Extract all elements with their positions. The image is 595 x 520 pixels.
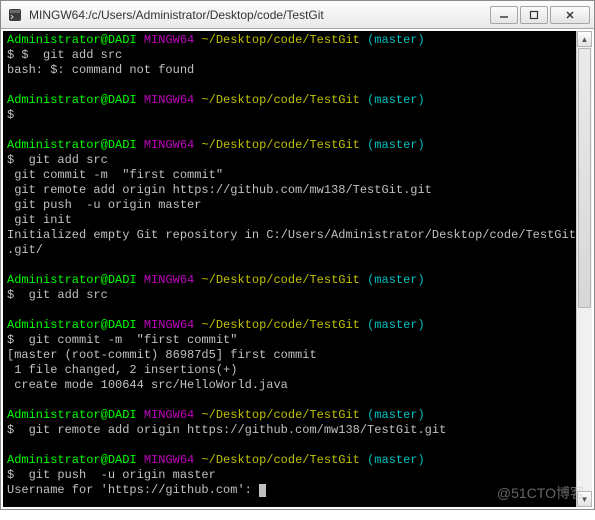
terminal-output[interactable]: Administrator@DADI MINGW64 ~/Desktop/cod… — [1, 29, 594, 509]
titlebar: MINGW64:/c/Users/Administrator/Desktop/c… — [1, 1, 594, 29]
terminal-window: MINGW64:/c/Users/Administrator/Desktop/c… — [0, 0, 595, 510]
terminal-area: Administrator@DADI MINGW64 ~/Desktop/cod… — [1, 29, 594, 509]
window-title: MINGW64:/c/Users/Administrator/Desktop/c… — [29, 8, 488, 22]
scrollbar[interactable]: ▲ ▼ — [576, 31, 592, 507]
app-icon — [7, 7, 23, 23]
maximize-button[interactable] — [520, 6, 548, 24]
close-button[interactable] — [550, 6, 590, 24]
minimize-button[interactable] — [490, 6, 518, 24]
scroll-down-button[interactable]: ▼ — [577, 491, 592, 507]
scroll-up-button[interactable]: ▲ — [577, 31, 592, 47]
scroll-thumb[interactable] — [578, 48, 591, 308]
window-controls — [488, 6, 590, 24]
